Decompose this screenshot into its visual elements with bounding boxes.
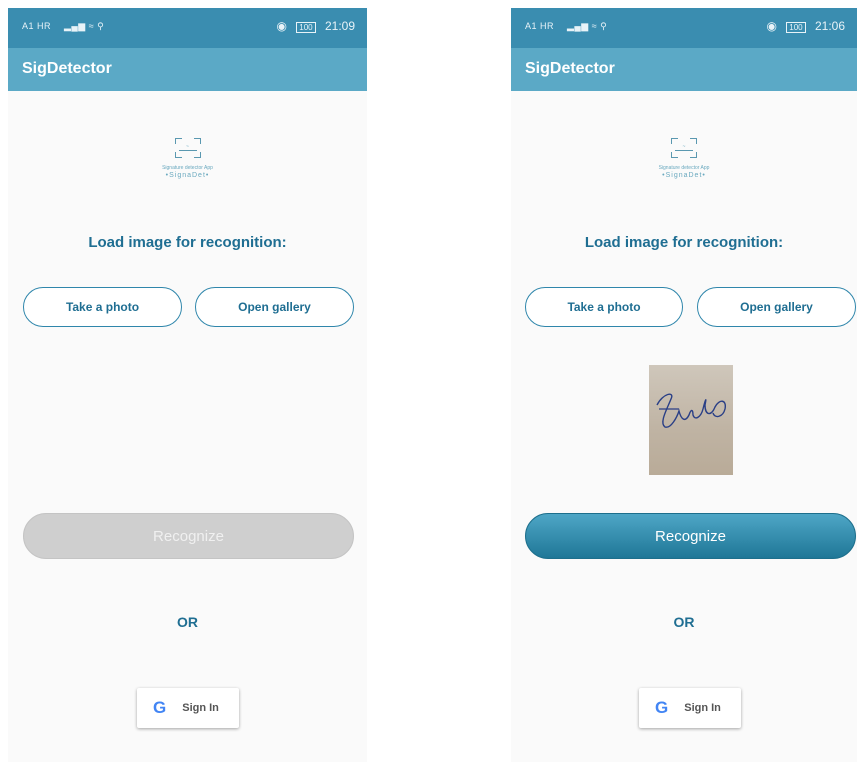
page-heading: Load image for recognition: (88, 234, 287, 251)
signal-wifi-icons: ▂▄▆ ≈ ⚲ (64, 21, 105, 31)
signature-scribble (656, 393, 727, 428)
eye-comfort-icon: ◉ (276, 19, 287, 33)
status-bar: A1 HR ▂▄▆ ≈ ⚲ ◉ 100 21:09 (8, 8, 367, 48)
google-sign-in-button[interactable]: G Sign In (639, 688, 741, 728)
app-bar: SigDetector (511, 48, 857, 91)
scan-frame-icon: ~ (671, 138, 697, 158)
google-sign-in-button[interactable]: G Sign In (137, 688, 239, 728)
page-heading: Load image for recognition: (584, 234, 784, 251)
battery-icon: 100 (296, 22, 316, 33)
open-gallery-button[interactable]: Open gallery (195, 287, 354, 327)
clock: 21:06 (814, 19, 845, 33)
or-separator: OR (177, 614, 198, 630)
carrier-label: A1 HR (525, 21, 555, 31)
app-title: SigDetector (22, 60, 112, 77)
or-separator: OR (673, 614, 695, 630)
phone-screen-after: A1 HR ▂▄▆ ≈ ⚲ ◉ 100 21:06 SigDetector ~ … (511, 8, 857, 762)
logo-name: •SignaDet• (662, 172, 706, 179)
status-right: ◉ 100 21:06 (766, 19, 845, 33)
status-bar: A1 HR ▂▄▆ ≈ ⚲ ◉ 100 21:06 (511, 8, 857, 48)
take-photo-button[interactable]: Take a photo (525, 287, 683, 327)
signal-wifi-icons: ▂▄▆ ≈ ⚲ (567, 21, 608, 31)
logo-name: •SignaDet• (165, 172, 210, 179)
recognize-button[interactable]: Recognize (23, 513, 354, 559)
eye-comfort-icon: ◉ (766, 19, 777, 33)
scan-frame-icon: ~ (174, 138, 201, 158)
phone-screen-before: A1 HR ▂▄▆ ≈ ⚲ ◉ 100 21:09 SigDetector ~ … (8, 8, 367, 762)
carrier-label: A1 HR (22, 21, 52, 31)
logo-tagline: Signature detector App (162, 165, 213, 171)
sign-in-label: Sign In (684, 702, 721, 714)
logo-tagline: Signature detector App (658, 165, 710, 171)
battery-icon: 100 (786, 22, 806, 33)
sign-in-label: Sign In (182, 702, 219, 714)
status-right: ◉ 100 21:09 (276, 19, 355, 33)
clock: 21:09 (324, 19, 355, 33)
google-icon: G (153, 698, 167, 717)
recognize-button[interactable]: Recognize (525, 513, 856, 559)
app-logo: ~ Signature detector App •SignaDet• (511, 138, 857, 179)
app-logo: ~ Signature detector App •SignaDet• (8, 138, 367, 179)
app-title: SigDetector (525, 60, 615, 77)
app-bar: SigDetector (8, 48, 367, 91)
take-photo-button[interactable]: Take a photo (23, 287, 182, 327)
open-gallery-button[interactable]: Open gallery (697, 287, 856, 327)
google-icon: G (655, 698, 669, 717)
signature-photo (649, 365, 733, 475)
